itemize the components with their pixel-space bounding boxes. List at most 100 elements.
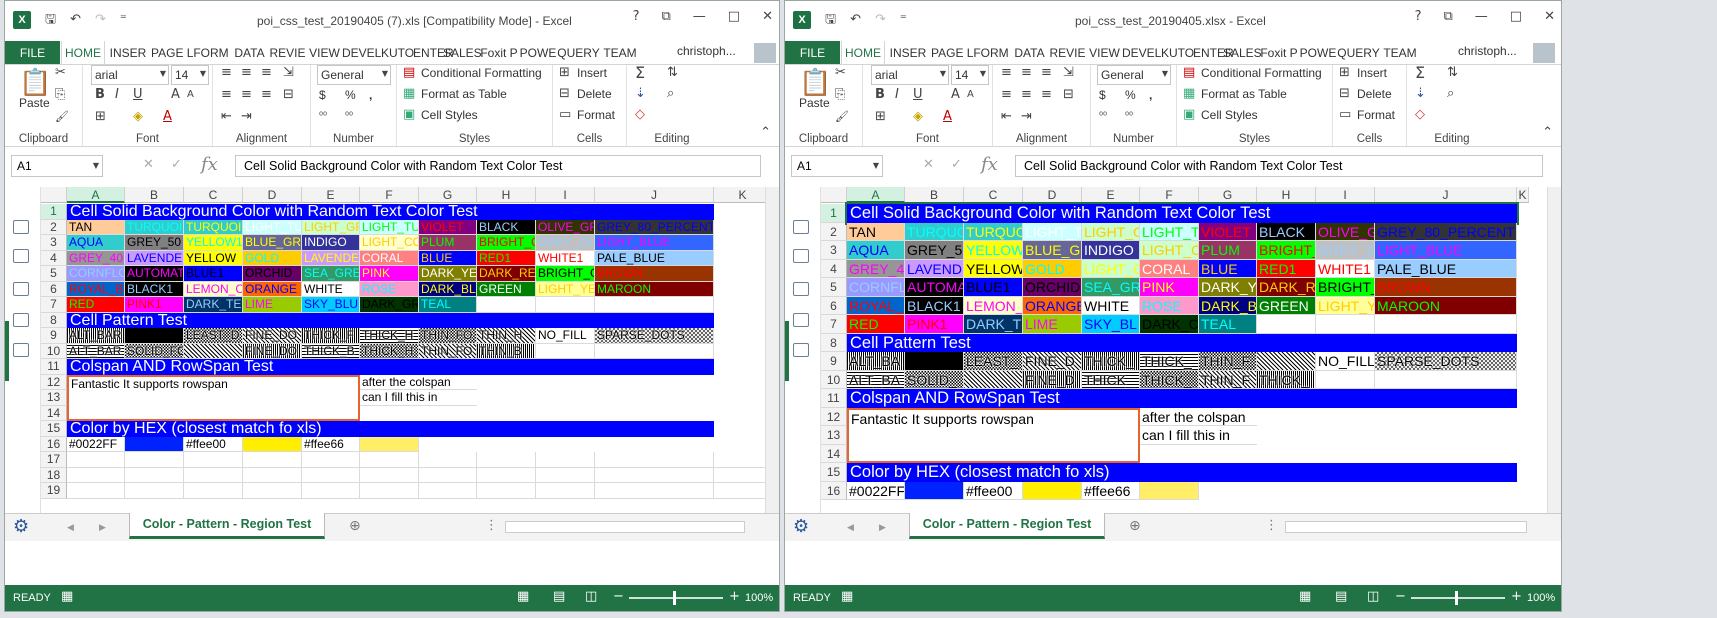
next-sheet-icon[interactable]: ▶ [879,520,886,536]
empty-cell[interactable] [184,452,243,468]
sort-filter-icon[interactable]: ⇅ [1447,65,1458,81]
row-header-18[interactable]: 18 [41,467,67,483]
number-format-combo[interactable]: General ▼ [317,65,391,85]
hex-cell[interactable]: #0022FF [67,436,125,452]
pattern-cell[interactable]: THICK_ [1082,352,1140,371]
row-header-15[interactable]: 15 [821,463,847,482]
dropdown-arrow-icon[interactable]: ▼ [93,158,99,174]
row-header-2[interactable]: 2 [821,222,847,241]
horizontal-scrollbar[interactable] [1285,521,1527,533]
split-handle-icon[interactable]: ⋮ [1265,518,1278,534]
normal-view-icon[interactable]: ▦ [517,589,529,605]
color-cell[interactable]: LIGHT_T [1023,222,1082,241]
color-cell[interactable]: MAROON [1375,296,1517,315]
settings-icon[interactable]: ⚙ [13,516,29,538]
pattern-cell[interactable]: SPARSE_DOTS [1375,352,1517,371]
color-cell[interactable]: TEAL [1199,315,1257,334]
empty-cell[interactable] [595,483,714,499]
pattern-cell[interactable]: THIN_B [477,343,536,359]
dropdown-arrow-icon[interactable]: ▼ [382,66,388,82]
row-header-13[interactable]: 13 [821,426,847,445]
color-cell[interactable]: DARK_RE [477,266,536,282]
tab-query[interactable]: QUERY [557,41,600,64]
redo-icon[interactable]: ↷ [875,12,886,28]
table-icon[interactable] [13,220,29,234]
section-title-hex[interactable]: Color by HEX (closest match fo xls) [847,463,1517,482]
color-cell[interactable]: MAROON [595,281,714,297]
select-all-corner[interactable] [41,187,67,203]
row-header-6[interactable]: 6 [821,296,847,315]
formula-input[interactable]: Cell Solid Background Color with Random … [235,155,761,177]
tab-revie[interactable]: REVIE [268,41,307,64]
insert-button[interactable]: Insert [577,65,607,81]
row-header-8[interactable]: 8 [41,312,67,328]
color-cell[interactable]: ORANGE [243,281,302,297]
row-header-10[interactable]: 10 [41,343,67,359]
pattern-cell[interactable]: FINE_DO [243,343,302,359]
color-cell[interactable]: GOLD [243,250,302,266]
grid-icon[interactable] [13,313,29,327]
collapse-ribbon-icon[interactable]: ⌃ [1542,125,1553,141]
hex-cell[interactable] [905,481,964,500]
format-painter-icon[interactable]: 🖌 [835,109,849,125]
pattern-cell[interactable]: THIN_F [1199,370,1257,389]
row-header-7[interactable]: 7 [821,315,847,334]
name-box[interactable]: A1 ▼ [11,155,103,177]
column-header-e[interactable]: E [302,187,360,203]
sheet-tab-active[interactable]: Color - Pattern - Region Test [909,513,1105,539]
column-header-g[interactable]: G [1199,187,1257,203]
hex-cell[interactable]: #ffee66 [1082,481,1140,500]
color-cell[interactable]: TURQUOI [125,219,184,235]
copy-icon[interactable]: ⎘ [835,87,845,103]
ribbon-display-icon[interactable]: ⧉ [1444,9,1453,25]
redo-icon[interactable]: ↷ [95,12,106,28]
color-cell[interactable]: BLUE_G [1023,241,1082,260]
empty-cell[interactable] [1316,315,1375,334]
color-cell[interactable]: BLUE1 [964,278,1023,297]
minimize-icon[interactable]: — [1475,9,1488,25]
color-cell[interactable]: LIGHT_TU [360,219,419,235]
column-header-h[interactable]: H [1257,187,1316,203]
underline-icon[interactable]: U [133,87,143,103]
tab-pagel[interactable]: PAGE L [151,41,193,64]
hex-cell[interactable] [1140,481,1199,500]
tab-team[interactable]: TEAM [1380,41,1420,64]
format-as-table-button[interactable]: Format as Table [421,86,507,102]
row-header-16[interactable]: 16 [41,436,67,452]
color-cell[interactable]: RED1 [477,250,536,266]
color-cell[interactable]: GREY_5 [905,241,964,260]
color-cell[interactable]: RED1 [1257,259,1316,278]
color-cell[interactable]: WHITE1 [536,250,595,266]
vertical-scrollbar[interactable] [765,187,779,513]
tab-form[interactable]: FORM [971,41,1011,64]
pattern-cell[interactable]: THICK_ [1082,370,1140,389]
user-name[interactable]: christoph... [1458,44,1517,58]
row-header-3[interactable]: 3 [41,235,67,251]
split-handle-icon[interactable]: ⋮ [485,518,498,534]
color-cell[interactable]: LAVENDE [125,250,184,266]
hex-cell[interactable]: #ffee00 [184,436,243,452]
column-header-c[interactable]: C [184,187,243,203]
shrink-font-icon[interactable]: A [967,87,974,103]
zoom-level[interactable]: 100% [745,590,773,606]
tab-file[interactable]: FILE [785,41,840,64]
formula-input[interactable]: Cell Solid Background Color with Random … [1015,155,1543,177]
color-cell[interactable]: BRIGHT_ [1316,278,1375,297]
pattern-cell[interactable]: ALT_BAR [67,343,125,359]
close-icon[interactable]: ✕ [762,9,773,25]
avatar[interactable] [1533,43,1555,63]
insert-function-icon[interactable]: fx [201,154,218,175]
pattern-cell[interactable]: SOLID_FO [125,343,184,359]
color-cell[interactable]: DARK_GR [360,297,419,313]
empty-cell[interactable] [302,467,360,483]
empty-cell[interactable] [477,483,536,499]
row-header-14[interactable]: 14 [41,405,67,421]
merge-center-icon[interactable]: ⊟ [283,87,294,103]
empty-cell[interactable] [714,452,772,468]
hex-cell[interactable] [1023,481,1082,500]
align-top-icon[interactable]: ≡ [1001,65,1012,81]
table-icon[interactable] [793,220,809,234]
wrap-text-icon[interactable]: ⇲ [1063,65,1074,81]
tab-devel[interactable]: DEVEL [342,41,381,64]
empty-cell[interactable] [360,452,419,468]
